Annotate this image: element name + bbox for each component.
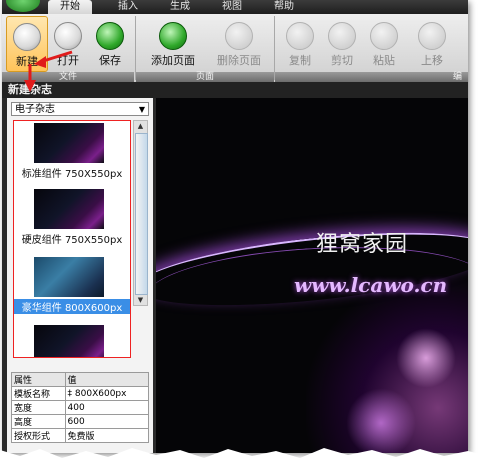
template-thumbnail bbox=[34, 189, 104, 229]
column-header: 值 bbox=[64, 372, 150, 387]
template-list[interactable]: 标准组件 750X550px 硬皮组件 750X550px 豪华组件 800X6… bbox=[13, 120, 131, 358]
category-select-value: 电子杂志 bbox=[15, 104, 55, 115]
dialog-title: 新建杂志 bbox=[2, 82, 468, 98]
torn-edge bbox=[0, 448, 480, 468]
new-icon bbox=[13, 23, 41, 51]
move-up-icon bbox=[418, 22, 446, 50]
copy-icon bbox=[286, 22, 314, 50]
app-logo[interactable] bbox=[6, 0, 40, 12]
template-thumbnail bbox=[34, 257, 104, 297]
properties-table: 属性 值 模板名称 ‡ 800X600px 宽度 400 高度 600 授权形式… bbox=[11, 372, 150, 443]
preview-url-text: www.lcawo.cn bbox=[294, 273, 448, 297]
tab-generate[interactable]: 生成 bbox=[160, 0, 200, 14]
category-select[interactable]: 电子杂志 ▼ bbox=[11, 102, 149, 116]
cut-icon bbox=[328, 22, 356, 50]
delete-page-icon bbox=[225, 22, 253, 50]
preview-brand-text: 狸窝家园 bbox=[316, 232, 409, 257]
file-group-label: 文件 bbox=[2, 72, 134, 82]
add-page-button[interactable]: 添加页面 bbox=[146, 16, 200, 70]
template-item[interactable] bbox=[14, 325, 130, 357]
template-item[interactable]: 硬皮组件 750X550px bbox=[14, 189, 130, 251]
template-item[interactable]: 标准组件 750X550px bbox=[14, 123, 130, 185]
chevron-down-icon: ▼ bbox=[138, 105, 145, 114]
group-separator bbox=[135, 16, 136, 80]
scrollbar-thumb[interactable] bbox=[135, 133, 148, 295]
tab-start[interactable]: 开始 bbox=[48, 0, 92, 14]
template-thumbnail bbox=[34, 325, 104, 357]
cut-button[interactable]: 剪切 bbox=[322, 16, 362, 70]
delete-page-button[interactable]: 删除页面 bbox=[212, 16, 266, 70]
column-header: 属性 bbox=[11, 372, 66, 387]
preview-bokeh bbox=[396, 328, 456, 388]
save-button[interactable]: 保存 bbox=[90, 16, 130, 70]
table-row: 宽度 400 bbox=[11, 400, 150, 415]
tab-help[interactable]: 帮助 bbox=[264, 0, 304, 14]
table-row: 高度 600 bbox=[11, 414, 150, 429]
template-preview: 狸窝家园 www.lcawo.cn bbox=[156, 98, 468, 453]
ribbon-tab-bar: 开始 插入 生成 视图 帮助 bbox=[2, 0, 468, 14]
save-icon bbox=[96, 22, 124, 50]
table-row: 模板名称 ‡ 800X600px bbox=[11, 386, 150, 401]
paste-icon bbox=[370, 22, 398, 50]
tab-insert[interactable]: 插入 bbox=[108, 0, 148, 14]
scroll-up-icon[interactable]: ▲ bbox=[134, 121, 147, 131]
template-thumbnail bbox=[34, 123, 104, 163]
template-item-selected[interactable]: 豪华组件 800X600px bbox=[14, 257, 130, 319]
copy-button[interactable]: 复制 bbox=[280, 16, 320, 70]
open-button[interactable]: 打开 bbox=[48, 16, 88, 70]
template-panel: 电子杂志 ▼ 标准组件 750X550px 硬皮组件 750X550px 豪华组… bbox=[7, 98, 153, 453]
table-header-row: 属性 值 bbox=[11, 372, 150, 387]
move-up-button[interactable]: 上移 bbox=[412, 16, 452, 70]
scroll-down-icon[interactable]: ▼ bbox=[134, 295, 147, 305]
tab-view[interactable]: 视图 bbox=[212, 0, 252, 14]
new-button[interactable]: 新建 bbox=[6, 16, 48, 72]
edit-group-label: 编 bbox=[275, 72, 468, 82]
ribbon: 新建 打开 保存 文件 添加页面 删除页面 页面 复制 剪切 粘贴 上移 编 bbox=[2, 14, 468, 82]
add-page-icon bbox=[159, 22, 187, 50]
app-window: 开始 插入 生成 视图 帮助 新建 打开 保存 文件 添加页面 删除页面 页面 … bbox=[2, 0, 468, 453]
template-list-scrollbar[interactable]: ▲ ▼ bbox=[133, 120, 148, 306]
group-separator bbox=[274, 16, 275, 80]
open-icon bbox=[54, 22, 82, 50]
paste-button[interactable]: 粘贴 bbox=[364, 16, 404, 70]
page-group-label: 页面 bbox=[136, 72, 274, 82]
